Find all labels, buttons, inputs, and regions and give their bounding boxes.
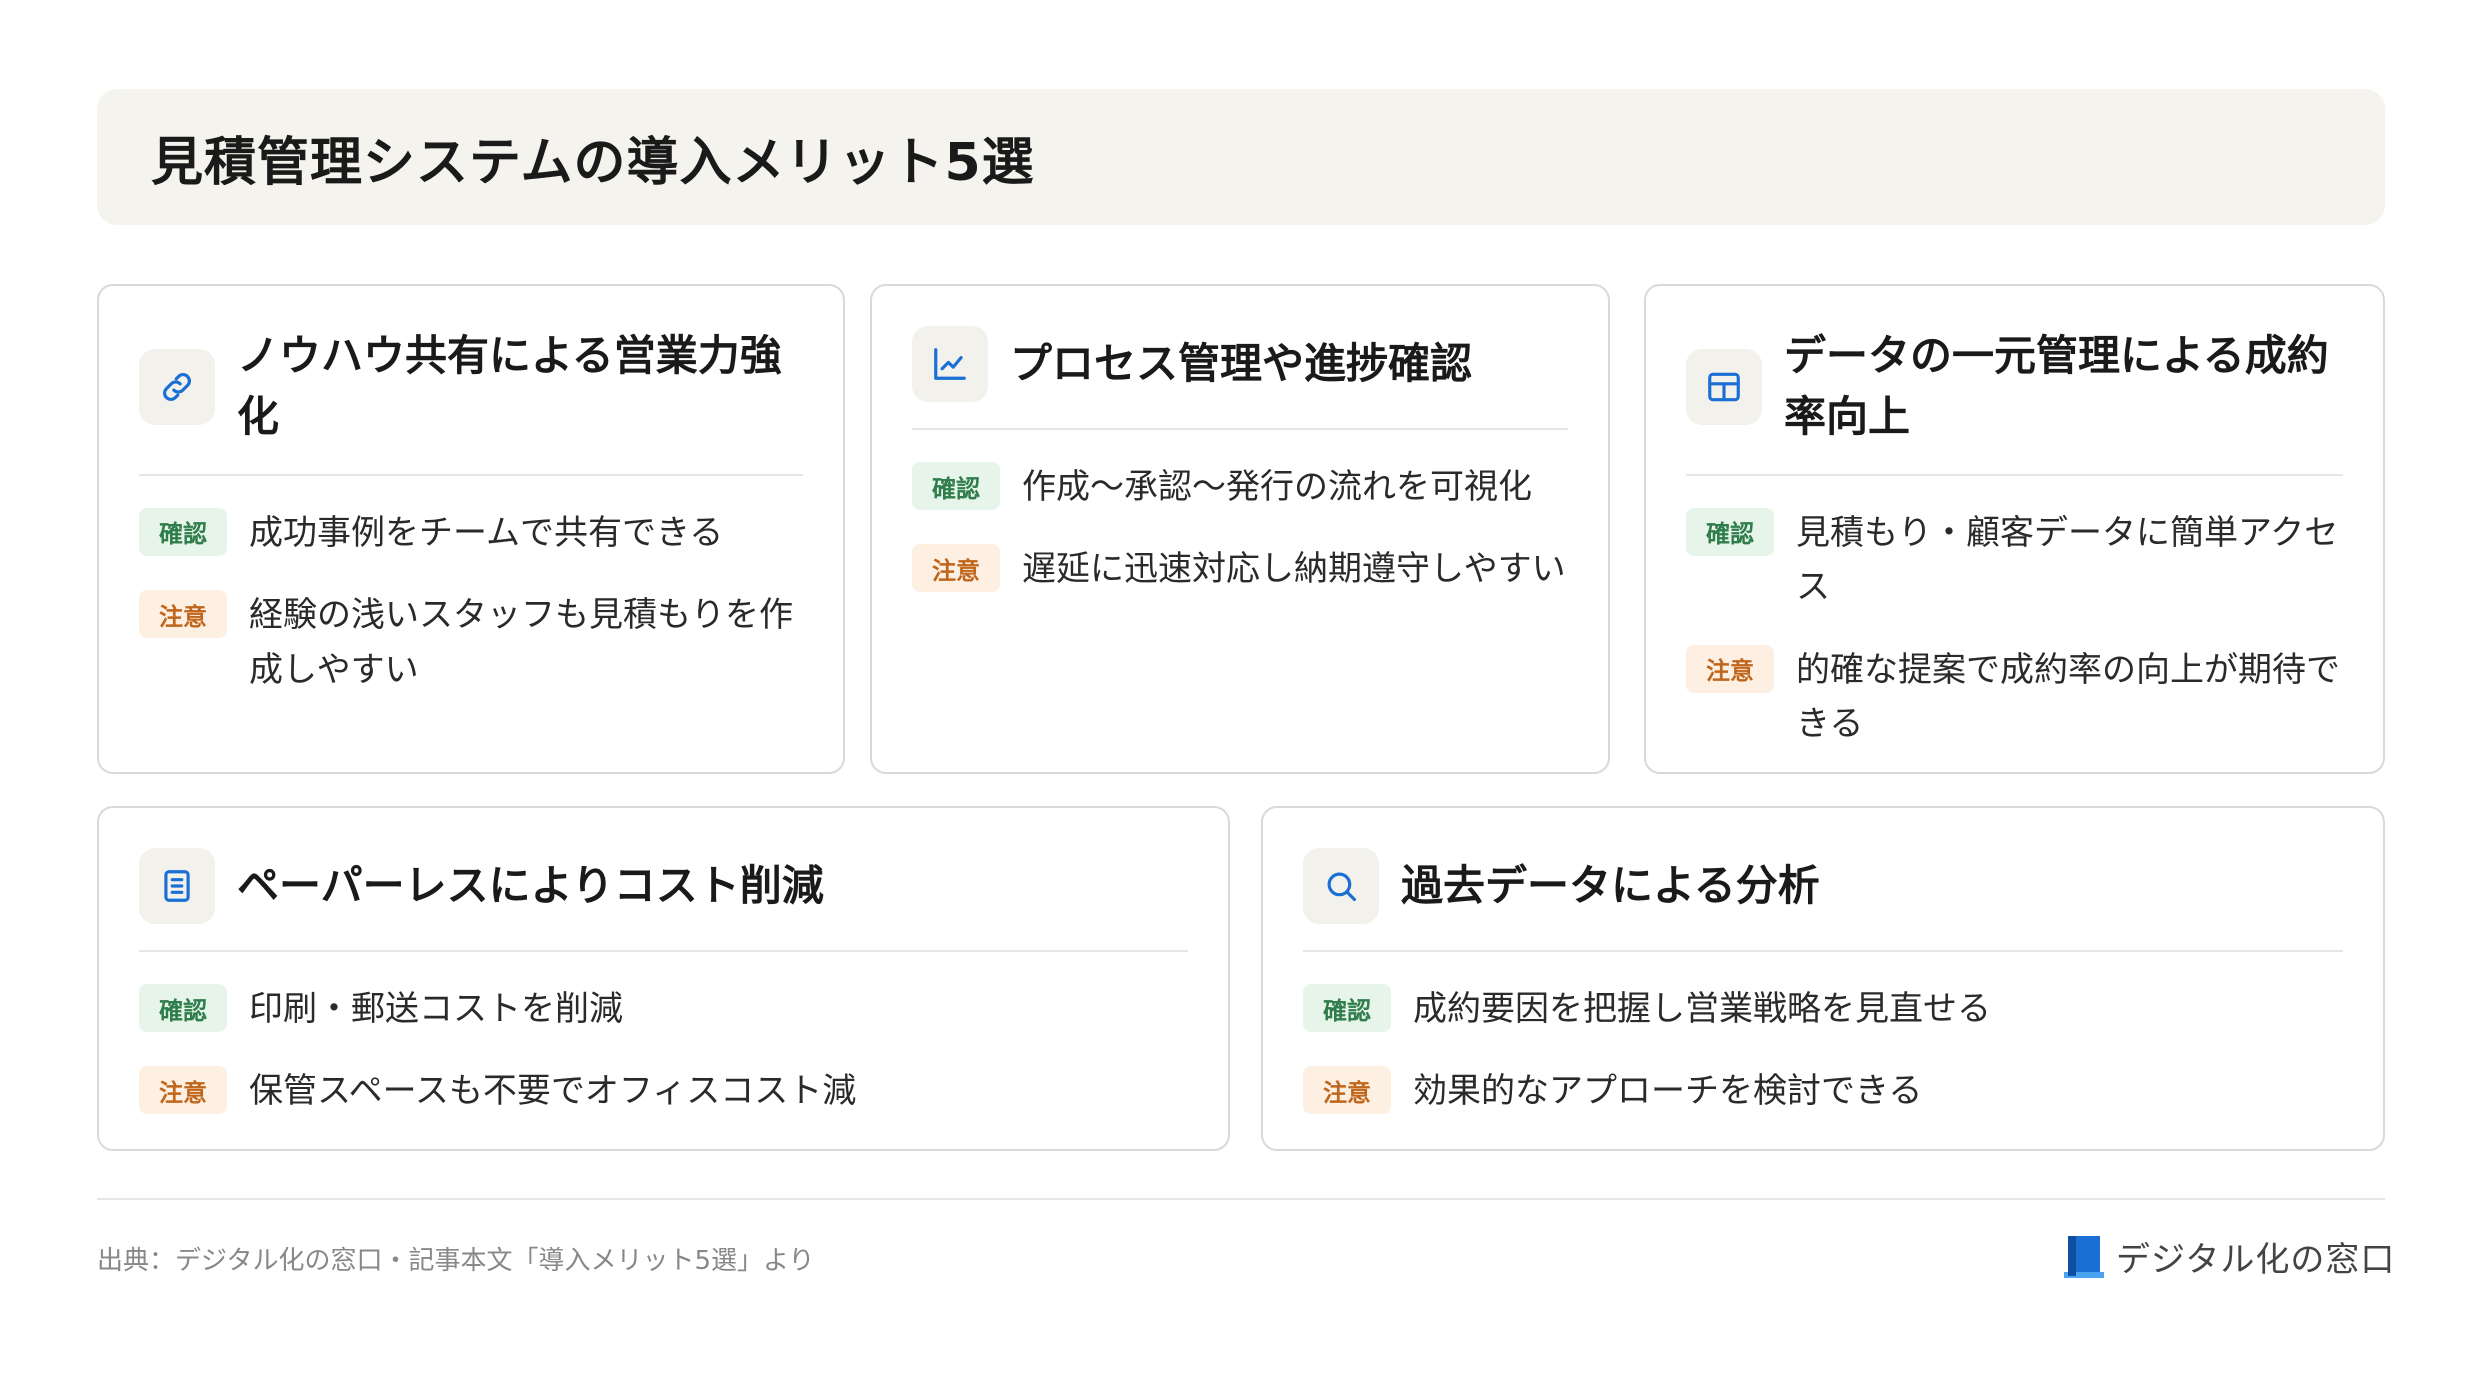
card-title: プロセス管理や進捗確認 <box>1010 338 1473 388</box>
card-header: データの一元管理による成約率向上 <box>1686 326 2343 476</box>
card-header: ノウハウ共有による営業力強化 <box>139 326 803 476</box>
caution-badge: 注意 <box>1686 644 1774 693</box>
card-knowhow-sharing: ノウハウ共有による営業力強化 確認 成功事例をチームで共有できる 注意 経験の浅… <box>97 284 845 774</box>
card-title: 過去データによる分析 <box>1401 860 1820 910</box>
confirm-badge: 確認 <box>1303 984 1391 1032</box>
card-header: プロセス管理や進捗確認 <box>912 326 1568 430</box>
card-header: 過去データによる分析 <box>1303 848 2343 952</box>
table-icon <box>1686 348 1762 425</box>
confirm-text: 成功事例をチームで共有できる <box>249 512 724 553</box>
caution-text: 経験の浅いスタッフも見積もりを作成しやすい <box>249 595 793 690</box>
page-title: 見積管理システムの導入メリット5選 <box>151 132 1035 193</box>
card-past-data-analysis: 過去データによる分析 確認 成約要因を把握し営業戦略を見直せる 注意 効果的なア… <box>1261 806 2385 1151</box>
document-icon <box>139 848 215 924</box>
card-process-management: プロセス管理や進捗確認 確認 作成〜承認〜発行の流れを可視化 注意 遅延に迅速対… <box>870 284 1610 774</box>
confirm-text: 印刷・郵送コストを削減 <box>249 989 623 1029</box>
caution-text: 遅延に迅速対応し納期遵守しやすい <box>1022 549 1566 590</box>
card-paperless: ペーパーレスによりコスト削減 確認 印刷・郵送コストを削減 注意 保管スペースも… <box>97 806 1230 1151</box>
caution-badge: 注意 <box>139 590 227 639</box>
confirm-row: 確認 作成〜承認〜発行の流れを可視化 <box>912 460 1568 514</box>
card-title: データの一元管理による成約率向上 <box>1784 331 2329 441</box>
caution-badge: 注意 <box>139 1066 227 1115</box>
caution-row: 注意 保管スペースも不要でオフィスコスト減 <box>139 1064 1188 1118</box>
footer-divider <box>97 1198 2385 1200</box>
title-banner: 見積管理システムの導入メリット5選 <box>97 89 2385 225</box>
confirm-text: 見積もり・顧客データに簡単アクセス <box>1796 512 2339 608</box>
source-note: 出典：デジタル化の窓口・記事本文「導入メリット5選」より <box>97 1246 815 1276</box>
window-logo-icon <box>2064 1236 2104 1278</box>
confirm-text: 成約要因を把握し営業戦略を見直せる <box>1413 989 1991 1029</box>
link-icon <box>139 348 215 425</box>
confirm-row: 確認 成功事例をチームで共有できる <box>139 506 803 560</box>
confirm-badge: 確認 <box>1686 507 1774 556</box>
logo-text: デジタル化の窓口 <box>2116 1239 2396 1280</box>
chart-line-icon <box>912 326 988 402</box>
card-title: ノウハウ共有による営業力強化 <box>237 331 782 441</box>
caution-badge: 注意 <box>912 544 1000 593</box>
caution-text: 保管スペースも不要でオフィスコスト減 <box>249 1071 857 1112</box>
card-title: ペーパーレスによりコスト削減 <box>237 860 824 910</box>
caution-text: 的確な提案で成約率の向上が期待できる <box>1796 649 2340 744</box>
caution-row: 注意 効果的なアプローチを検討できる <box>1303 1064 2343 1118</box>
confirm-row: 確認 印刷・郵送コストを削減 <box>139 982 1188 1036</box>
caution-badge: 注意 <box>1303 1066 1391 1115</box>
brand-logo: デジタル化の窓口 <box>2064 1228 2395 1284</box>
confirm-badge: 確認 <box>139 507 227 556</box>
confirm-badge: 確認 <box>912 462 1000 510</box>
caution-text: 効果的なアプローチを検討できる <box>1413 1071 1923 1112</box>
confirm-row: 確認 成約要因を把握し営業戦略を見直せる <box>1303 982 2343 1036</box>
caution-row: 注意 遅延に迅速対応し納期遵守しやすい <box>912 542 1568 596</box>
caution-row: 注意 経験の浅いスタッフも見積もりを作成しやすい <box>139 588 803 697</box>
card-header: ペーパーレスによりコスト削減 <box>139 848 1188 952</box>
card-data-centralization: データの一元管理による成約率向上 確認 見積もり・顧客データに簡単アクセス 注意… <box>1644 284 2385 774</box>
confirm-row: 確認 見積もり・顧客データに簡単アクセス <box>1686 506 2343 615</box>
confirm-text: 作成〜承認〜発行の流れを可視化 <box>1022 467 1532 507</box>
confirm-badge: 確認 <box>139 984 227 1032</box>
search-icon <box>1303 848 1379 924</box>
caution-row: 注意 的確な提案で成約率の向上が期待できる <box>1686 643 2343 752</box>
